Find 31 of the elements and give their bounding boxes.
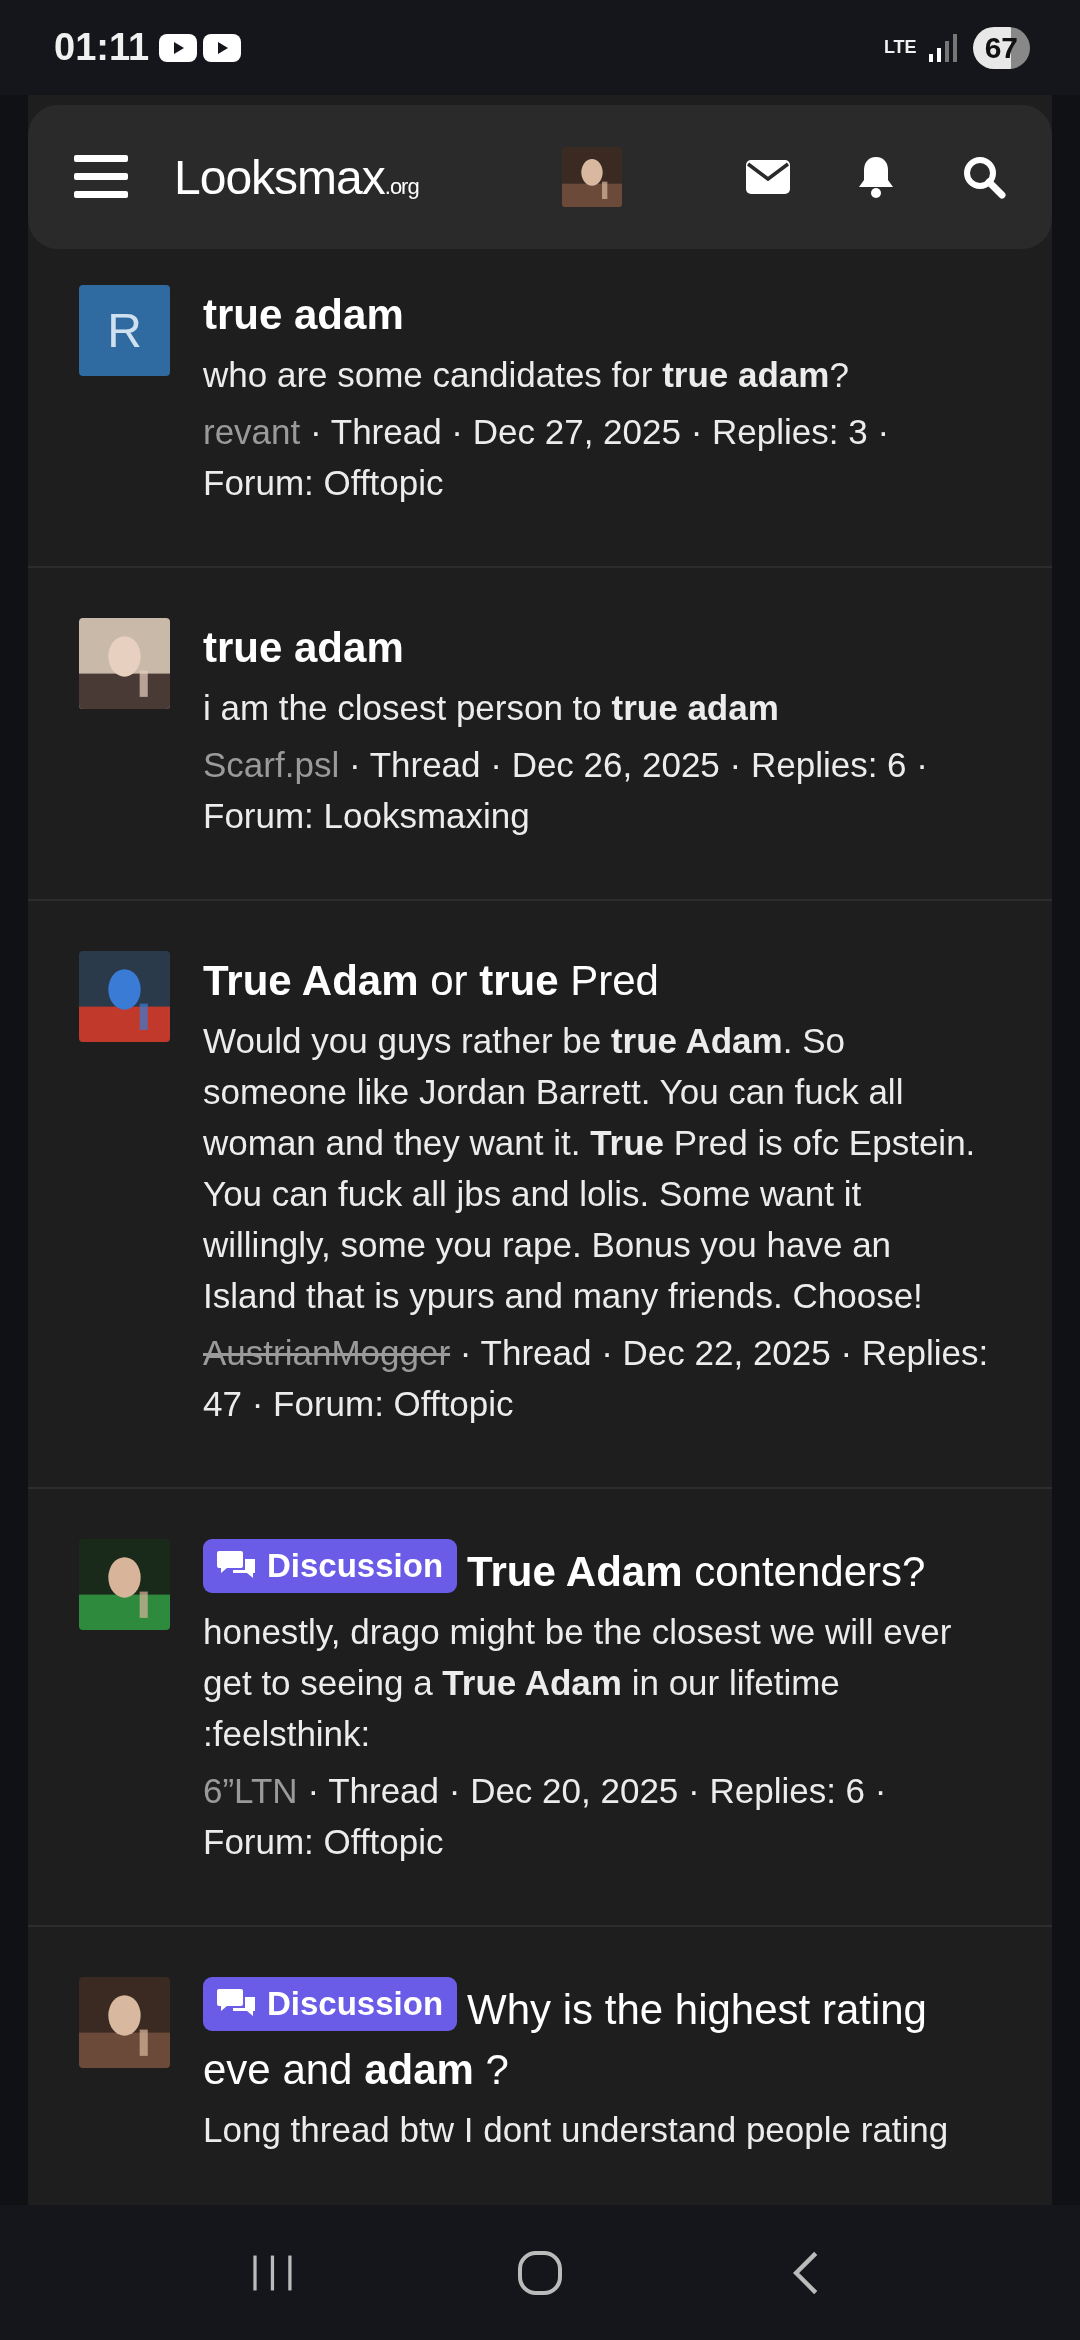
thread-meta: revant · Thread · Dec 27, 2025 · Replies: 3 · Forum: Offtopic	[203, 411, 891, 504]
thread-meta: 6”LTN · Thread · Dec 20, 2025 · Replies: 6 · Forum: Offtopic	[203, 1770, 888, 1863]
status-time: 01:11	[54, 26, 150, 69]
thread-meta: AustrianMogger · Thread · Dec 22, 2025 · Replies: 47 · Forum: Offtopic	[203, 1332, 990, 1425]
author-link[interactable]: Scarf.psl	[203, 745, 340, 784]
thread-title[interactable]: True Adam or true Pred	[203, 951, 993, 1011]
thread-title[interactable]: Discussion True Adam contenders?	[203, 1539, 993, 1602]
menu-icon[interactable]	[74, 153, 128, 201]
post-snippet: Long thread btw I dont understand people rating	[203, 2109, 950, 2151]
thread-title[interactable]: true adam	[203, 285, 993, 345]
post-snippet: Would you guys rather be true Adam. So someone like Jordan Barrett. You can fuck all woman and they want it. True Pred is ofc Epstein. You can fuck all jbs and lolis. Some want it willingly, some you rape. Bonus you have an Island that is ypurs and many friends. Choose!	[203, 1020, 977, 1317]
post-snippet: honestly, drago might be the closest we will ever get to seeing a True Adam in our lifetime :feelsthink:	[203, 1611, 953, 1755]
author-link[interactable]: revant	[203, 412, 301, 451]
play-icon	[159, 33, 198, 62]
post-snippet: who are some candidates for true adam?	[203, 354, 850, 396]
battery-level: 67	[972, 26, 1030, 69]
thread-title[interactable]: true adam	[203, 618, 993, 678]
thread-title[interactable]: Discussion Why is the highest rating eve and adam ?	[203, 1977, 993, 2100]
network-type: LTE	[883, 37, 917, 58]
site-logo[interactable]: Looksmax.org	[174, 149, 419, 205]
author-link[interactable]: 6”LTN	[203, 1771, 298, 1810]
post-snippet: i am the closest person to true adam	[203, 687, 780, 729]
play-icon	[203, 33, 242, 62]
thread-meta: Scarf.psl · Thread · Dec 26, 2025 · Replies: 6 · Forum: Looksmaxing	[203, 744, 929, 837]
search-icon[interactable]	[962, 155, 1006, 199]
home-button[interactable]	[516, 2248, 564, 2297]
author-link[interactable]: AustrianMogger	[203, 1333, 451, 1372]
discussion-badge: Discussion	[203, 1977, 458, 2031]
signal-icon	[928, 33, 957, 62]
discussion-badge: Discussion	[203, 1539, 458, 1593]
user-avatar[interactable]: R	[79, 285, 170, 376]
